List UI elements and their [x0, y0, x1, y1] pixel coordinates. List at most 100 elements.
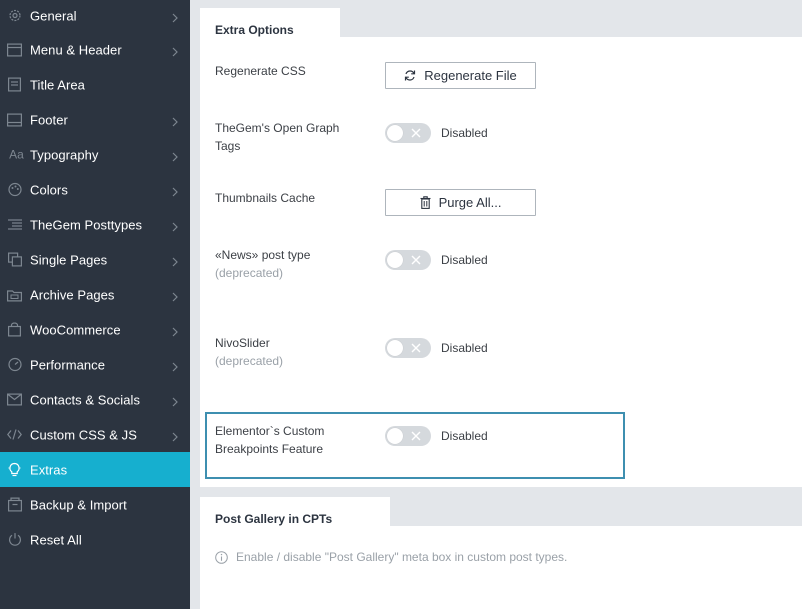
news-post-type-toggle[interactable]: [385, 250, 431, 270]
chevron-right-icon: [171, 395, 179, 406]
chevron-right-icon: [171, 290, 179, 301]
archive-icon: [7, 287, 22, 302]
thumbnails-cache-label: Thumbnails Cache: [215, 191, 316, 205]
nivoslider-state: Disabled: [441, 341, 488, 355]
refresh-icon: [405, 70, 416, 81]
gear-icon: [7, 8, 22, 23]
sidebar-item-backup-import[interactable]: Backup & Import: [0, 487, 190, 522]
nivoslider-toggle[interactable]: [385, 338, 431, 358]
sidebar-item-label: Backup & Import: [30, 497, 127, 512]
elementor-breakpoints-state: Disabled: [441, 429, 488, 443]
sidebar-item-label: Reset All: [30, 532, 82, 547]
purge-all-button-label: Purge All...: [438, 195, 502, 210]
sidebar: General Menu & Header Title Area Footer …: [0, 0, 190, 609]
elementor-breakpoints-label-line1: Elementor`s Custom: [215, 424, 325, 438]
menu-header-icon: [7, 42, 22, 57]
post-gallery-panel: Post Gallery in CPTs Enable / disable "P…: [200, 497, 802, 609]
open-graph-toggle[interactable]: [385, 123, 431, 143]
palette-icon: [7, 182, 22, 197]
chevron-right-icon: [171, 360, 179, 371]
sidebar-item-typography[interactable]: Aa Typography: [0, 137, 190, 172]
sidebar-item-label: TheGem Posttypes: [30, 217, 143, 232]
close-icon: [411, 128, 421, 138]
power-icon: [7, 532, 22, 547]
toggle-knob: [387, 428, 403, 444]
sidebar-item-footer[interactable]: Footer: [0, 102, 190, 137]
open-graph-state: Disabled: [441, 126, 488, 140]
elementor-breakpoints-toggle[interactable]: [385, 426, 431, 446]
chevron-right-icon: [171, 115, 179, 126]
lightbulb-icon: [7, 462, 22, 477]
open-graph-label-line1: TheGem's Open Graph: [215, 121, 340, 135]
deprecated-note: (deprecated): [215, 354, 284, 368]
regenerate-file-button[interactable]: Regenerate File: [385, 62, 536, 89]
sidebar-item-extras[interactable]: Extras: [0, 452, 190, 487]
sidebar-item-label: Typography: [30, 147, 99, 162]
sidebar-item-single-pages[interactable]: Single Pages: [0, 242, 190, 277]
sidebar-item-reset-all[interactable]: Reset All: [0, 522, 190, 557]
sidebar-item-label: Performance: [30, 357, 105, 372]
extra-options-panel: Extra Options Regenerate CSS Regenerate …: [200, 8, 802, 487]
sidebar-item-archive-pages[interactable]: Archive Pages: [0, 277, 190, 312]
panel-title: Extra Options: [215, 23, 294, 37]
toggle-knob: [387, 125, 403, 141]
sidebar-item-label: Title Area: [30, 77, 85, 92]
sidebar-item-custom-css-js[interactable]: Custom CSS & JS: [0, 417, 190, 452]
sidebar-item-performance[interactable]: Performance: [0, 347, 190, 382]
trash-icon: [420, 196, 431, 209]
elementor-breakpoints-label: Elementor`s Custom Breakpoints Feature: [215, 422, 324, 458]
code-icon: [7, 427, 22, 442]
speedometer-icon: [7, 357, 22, 372]
sidebar-item-label: Extras: [30, 462, 68, 477]
toggle-knob: [387, 252, 403, 268]
chevron-right-icon: [171, 325, 179, 336]
toggle-knob: [387, 340, 403, 356]
open-graph-label-line2: Tags: [215, 139, 241, 153]
chevron-right-icon: [171, 255, 179, 266]
purge-all-button[interactable]: Purge All...: [385, 189, 536, 216]
sidebar-item-woocommerce[interactable]: WooCommerce: [0, 312, 190, 347]
sidebar-item-thegem-posttypes[interactable]: TheGem Posttypes: [0, 207, 190, 242]
elementor-breakpoints-label-line2: Breakpoints Feature: [215, 442, 324, 456]
news-post-type-label-text: «News» post type: [215, 248, 311, 262]
sidebar-item-label: General: [30, 8, 77, 23]
sidebar-item-label: WooCommerce: [30, 322, 121, 337]
sidebar-item-menu-header[interactable]: Menu & Header: [0, 32, 190, 67]
nivoslider-label-text: NivoSlider: [215, 336, 270, 350]
chevron-right-icon: [171, 45, 179, 56]
close-icon: [411, 255, 421, 265]
sidebar-item-label: Footer: [30, 112, 68, 127]
panel-title: Post Gallery in CPTs: [215, 512, 333, 526]
sidebar-item-label: Single Pages: [30, 252, 108, 267]
news-post-type-state: Disabled: [441, 253, 488, 267]
nivoslider-label: NivoSlider (deprecated): [215, 334, 283, 370]
sidebar-item-colors[interactable]: Colors: [0, 172, 190, 207]
sidebar-item-general[interactable]: General: [0, 0, 190, 33]
open-graph-label: TheGem's Open Graph Tags: [215, 119, 339, 155]
regenerate-file-button-label: Regenerate File: [424, 68, 517, 83]
post-gallery-info: Enable / disable "Post Gallery" meta box…: [215, 550, 567, 564]
regenerate-css-label: Regenerate CSS: [215, 64, 306, 78]
chevron-right-icon: [171, 185, 179, 196]
info-icon: [215, 550, 228, 564]
sidebar-item-label: Contacts & Socials: [30, 392, 141, 407]
footer-icon: [7, 112, 22, 127]
sidebar-item-contacts-socials[interactable]: Contacts & Socials: [0, 382, 190, 417]
sidebar-item-label: Archive Pages: [30, 287, 115, 302]
typography-icon: Aa: [9, 147, 24, 162]
pages-icon: [7, 252, 22, 267]
shopping-bag-icon: [7, 322, 22, 337]
post-gallery-info-text: Enable / disable "Post Gallery" meta box…: [236, 550, 568, 564]
sidebar-item-label: Custom CSS & JS: [30, 427, 137, 442]
title-area-icon: [7, 77, 22, 92]
mail-icon: [7, 392, 22, 407]
sidebar-item-label: Colors: [30, 182, 68, 197]
backup-icon: [7, 497, 22, 512]
list-icon: [7, 217, 22, 232]
chevron-right-icon: [171, 11, 179, 22]
chevron-right-icon: [171, 220, 179, 231]
chevron-right-icon: [171, 430, 179, 441]
deprecated-note: (deprecated): [215, 266, 284, 280]
chevron-right-icon: [171, 150, 179, 161]
sidebar-item-title-area[interactable]: Title Area: [0, 67, 190, 102]
